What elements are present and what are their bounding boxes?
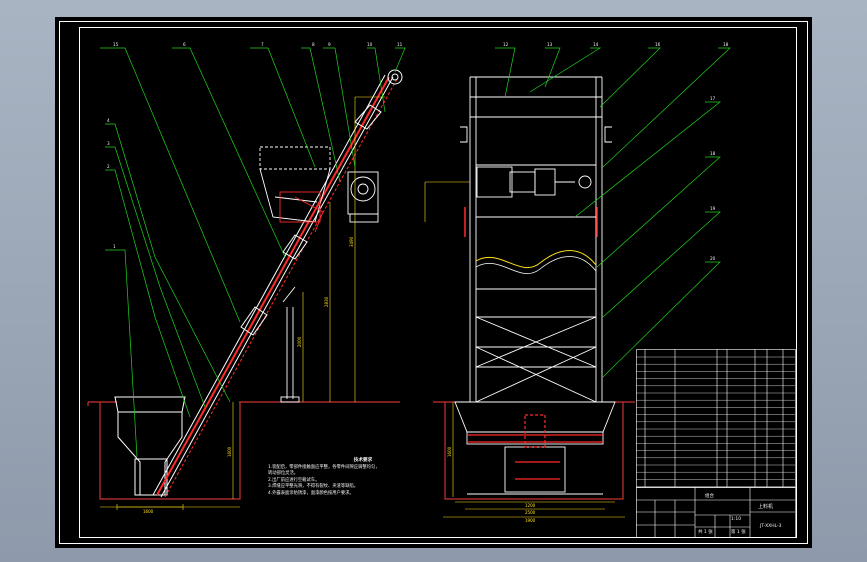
dim-base-width: 1200	[525, 503, 536, 508]
dim-hopper-width: 1600	[143, 509, 154, 514]
front-view: 3490 2830 2000 1600 1600 15 6 7 8 9 10 1…	[87, 42, 406, 514]
drawing-number: JT-XXHL-3	[760, 524, 782, 529]
dim-hopper-height: 1600	[227, 446, 232, 457]
side-hopper-highlight	[467, 414, 603, 480]
balloon-9: 9	[328, 42, 331, 47]
parts-list	[636, 349, 796, 488]
parts-rows	[636, 356, 795, 487]
sheet-count: 共 1 张	[698, 530, 713, 535]
note-line: 转动部位灵活。	[268, 471, 299, 477]
balloon-4: 4	[107, 118, 110, 123]
side-view: 1600 1200 1900 2500 12 13 14 16 18 17 18…	[424, 42, 731, 523]
balloon-17: 17	[710, 96, 716, 101]
balloon-20: 20	[710, 256, 716, 261]
balloon-8: 8	[312, 42, 315, 47]
balloon-13: 13	[547, 42, 553, 47]
dim-mid-height: 2830	[324, 296, 329, 307]
dim-side-base: 1900	[525, 518, 536, 523]
tower-frame	[460, 76, 612, 403]
feed-hopper	[114, 396, 186, 496]
balloon-14: 14	[593, 42, 599, 47]
balloon-2: 2	[107, 164, 110, 169]
balloon-18-top: 18	[723, 42, 729, 47]
balloon-10: 10	[367, 42, 373, 47]
drawing-sheet: 3490 2830 2000 1600 1600 15 6 7 8 9 10 1…	[55, 17, 812, 548]
notes-title: 技术要求	[353, 458, 373, 463]
side-balloon-labels: 12 13 14 16 18 17 18 19 20	[503, 42, 729, 261]
balloon-18: 18	[710, 151, 716, 156]
title-block	[636, 487, 796, 538]
note-line: 1.装配后，零部件接触面应平整，各零件间隙应调整均匀，	[268, 464, 380, 470]
dim-total-height: 3490	[349, 236, 354, 247]
front-leaders	[100, 47, 406, 458]
front-dimensions	[100, 96, 385, 510]
drive-motor	[347, 171, 379, 223]
technical-notes: 技术要求 1.装配后，零部件接触面应平整，各零件间隙应调整均匀， 转动部位灵活。…	[268, 458, 468, 498]
side-hopper	[454, 401, 616, 495]
break-line	[475, 250, 597, 269]
drawing-name: 上料机	[758, 504, 774, 510]
balloon-11: 11	[397, 42, 403, 47]
balloon-3: 3	[107, 141, 110, 146]
balloon-16: 16	[655, 42, 661, 47]
dim-lower-height: 2000	[297, 336, 302, 347]
conveyor-tube	[152, 69, 403, 498]
tower-motor	[476, 166, 592, 198]
dim-side-height: 1600	[447, 446, 452, 457]
note-line: 3.焊缝应平整光滑，不得有裂纹、夹渣等缺陷。	[268, 484, 359, 490]
balloon-7: 7	[261, 42, 264, 47]
front-balloon-labels: 15 6 7 8 9 10 11 4 3 2 1	[107, 42, 403, 249]
balloon-19: 19	[710, 206, 716, 211]
material: 组合	[705, 494, 714, 499]
sheet-index: 第 1 张	[731, 530, 746, 535]
note-line: 4.外露表面涂防锈漆，面漆颜色按用户要求。	[268, 490, 354, 496]
scale: 1:10	[731, 517, 742, 522]
balloon-6: 6	[183, 42, 186, 47]
balloon-15: 15	[113, 42, 119, 47]
balloon-1: 1	[113, 244, 116, 249]
dim-pit-width: 2500	[525, 510, 536, 515]
balloon-12: 12	[503, 42, 509, 47]
